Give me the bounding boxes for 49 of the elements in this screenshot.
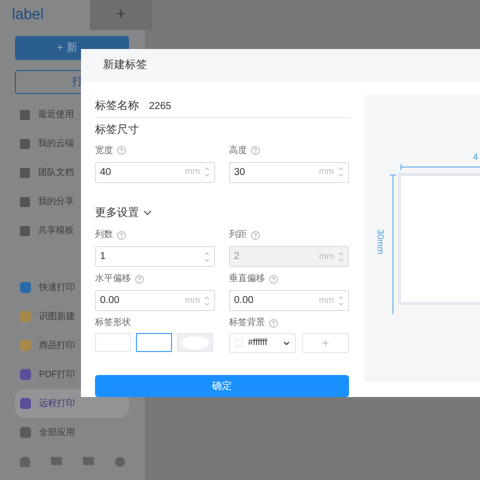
field-value: 0.00: [234, 294, 254, 308]
stepper-icon[interactable]: [204, 294, 210, 306]
stepper-icon[interactable]: [338, 166, 344, 178]
number-field[interactable]: 0.00 mm: [229, 290, 349, 311]
field-label: 标签名称: [95, 99, 139, 114]
field-value: 1: [100, 250, 107, 264]
number-field[interactable]: 30 mm: [229, 162, 349, 182]
tool-item[interactable]: 商品打印: [15, 331, 129, 360]
field-label: 标签背景: [229, 316, 265, 330]
unit-text: mm: [319, 250, 334, 263]
field-label: 高度: [229, 144, 247, 157]
chevron-icon[interactable]: [143, 210, 152, 216]
section-title[interactable]: 更多设置: [95, 204, 139, 221]
confirm-button[interactable]: 确定: [95, 375, 349, 397]
field-label: 宽度: [95, 144, 113, 157]
tool-item[interactable]: 全部应用: [15, 418, 129, 447]
width-text: 4: [473, 151, 478, 164]
logo: label: [12, 4, 44, 25]
field-value: 2: [234, 250, 241, 264]
unit-text: mm: [185, 165, 200, 178]
field-value: 0.00: [100, 294, 120, 308]
number-field[interactable]: 40 mm: [95, 162, 215, 182]
width-dimension-icon: [400, 164, 480, 170]
unit-text: mm: [319, 165, 334, 178]
app-tab[interactable]: label: [0, 0, 90, 30]
unit-text: mm: [319, 294, 334, 307]
field-label: 标签形状: [95, 316, 131, 330]
field-value: 40: [100, 166, 112, 180]
field-label: 水平偏移: [95, 272, 131, 286]
stepper-icon[interactable]: [204, 166, 210, 178]
stepper-icon[interactable]: [204, 250, 210, 262]
section-title: 标签尺寸: [95, 123, 140, 138]
field-value: 30: [234, 166, 246, 180]
shape-option[interactable]: [136, 333, 172, 352]
stepper-icon[interactable]: [338, 294, 344, 306]
new-tab-button[interactable]: +: [90, 0, 152, 30]
color-select[interactable]: #ffffff: [229, 333, 296, 353]
number-field[interactable]: 1: [95, 246, 215, 267]
height-dimension-icon: [390, 174, 396, 314]
field-label: 垂直偏移: [229, 272, 265, 286]
name-field[interactable]: 2265: [149, 99, 350, 114]
chevron-icon: [283, 340, 290, 346]
ellipse-icon: [180, 336, 210, 350]
height-text: 30mm: [374, 229, 386, 254]
field-label: 列数: [95, 228, 113, 242]
number-field[interactable]: 0.00 mm: [95, 290, 215, 311]
unit-text: mm: [185, 294, 200, 307]
field-label: 列距: [229, 228, 247, 242]
add-button[interactable]: +: [302, 333, 349, 353]
